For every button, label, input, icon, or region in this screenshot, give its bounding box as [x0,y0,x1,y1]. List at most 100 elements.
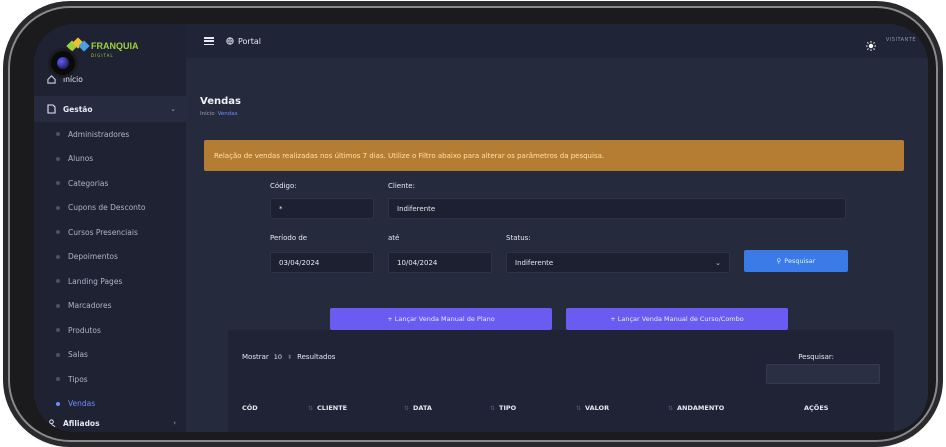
column-header[interactable]: ⇅ TIPO [490,404,516,412]
breadcrumb-current: Vendas [217,111,238,117]
page-size-control: Mostrar 10 ⬍ Resultados [242,353,335,361]
page-title: Vendas [200,96,241,107]
bullet-icon [56,401,60,406]
codigo-input[interactable]: * [270,198,374,219]
phone-frame: FRANQUIA DIGITAL Início Gestão ⌄ Adminis… [8,6,938,442]
sidebar-item-cursos-presenciais[interactable]: Cursos Presenciais [34,220,186,244]
bullet-icon [56,156,60,161]
bullet-icon [56,132,60,137]
bullet-icon [56,328,60,333]
hamburger-icon[interactable] [204,37,214,45]
codigo-label: Código: [270,182,297,190]
bullet-icon [56,230,60,235]
sidebar-item-label: Depoimentos [68,252,118,262]
bullet-icon [56,254,60,259]
bullet-icon [56,352,60,357]
topbar: Portal VISITANTE [186,24,928,58]
portal-link[interactable]: Portal [226,37,261,46]
show-label: Mostrar [242,353,269,361]
sidebar: FRANQUIA DIGITAL Início Gestão ⌄ Adminis… [34,24,186,432]
sidebar-item-marcadores[interactable]: Marcadores [34,294,186,318]
sidebar-item-label: Marcadores [68,301,112,311]
sidebar-group-label: Gestão [63,104,93,114]
portal-label: Portal [238,36,261,46]
periodo-de-label: Período de [270,234,308,242]
page-size-select[interactable]: 10 [274,353,282,361]
bullet-icon [56,181,60,186]
add-manual-course-sale-button[interactable]: + Lançar Venda Manual de Curso/Combo [566,308,788,330]
sidebar-item-label: Cupons de Desconto [68,203,146,213]
table-search-label: Pesquisar: [798,353,834,361]
status-select[interactable]: Indiferente ⌄ [506,252,730,273]
search-button-label: Pesquisar [784,257,816,265]
bullet-icon [56,205,60,210]
sort-icon: ⇅ [404,404,410,412]
sidebar-item-label: Vendas [68,399,96,409]
column-header[interactable]: ⇅ ANDAMENTO [668,404,724,412]
sidebar-item-categorias[interactable]: Categorias [34,171,186,195]
column-header[interactable]: AÇÕES [804,404,828,412]
sidebar-group-gestao[interactable]: Gestão ⌄ [34,96,186,122]
chevron-down-icon: ⌄ [715,258,721,267]
results-label: Resultados [297,353,336,361]
cliente-label: Cliente: [388,182,415,190]
sidebar-item-produtos[interactable]: Produtos [34,318,186,342]
sidebar-item-label: Categorias [68,178,109,188]
ate-label: até [388,234,400,242]
column-header[interactable]: ⇅ VALOR [576,404,609,412]
column-header-label: TIPO [499,404,517,412]
breadcrumb: Início Vendas [200,111,238,117]
ate-input[interactable]: 10/04/2024 [388,252,492,273]
column-header-label: DATA [413,404,432,412]
sidebar-item-cupons-de-desconto[interactable]: Cupons de Desconto [34,196,186,220]
sun-icon[interactable] [866,36,876,51]
camera-icon [48,48,78,78]
globe-icon [226,37,234,45]
breadcrumb-home[interactable]: Início [200,111,215,117]
status-label: Status: [506,234,531,242]
column-header[interactable]: CÓD [242,404,258,412]
column-header-label: CÓD [242,404,258,412]
brand-logo[interactable]: FRANQUIA DIGITAL [66,34,139,59]
bullet-icon [56,377,60,382]
sidebar-item-alunos[interactable]: Alunos [34,147,186,171]
sidebar-item-label: Salas [68,350,88,360]
sort-icon: ⇅ [308,404,314,412]
sidebar-item-landing-pages[interactable]: Landing Pages [34,269,186,293]
sidebar-item-label: Tipos [68,374,88,384]
sidebar-item-label: Produtos [68,325,101,335]
sidebar-item-label: Alunos [68,154,94,164]
logo-text: FRANQUIA DIGITAL [91,34,139,59]
sidebar-item-salas[interactable]: Salas [34,343,186,367]
search-icon: ⚲ [776,257,782,265]
sort-icon: ⇅ [576,404,582,412]
periodo-de-input[interactable]: 03/04/2024 [270,252,374,273]
add-manual-plan-sale-button[interactable]: + Lançar Venda Manual de Plano [330,308,552,330]
column-header[interactable]: ⇅ CLIENTE [308,404,347,412]
bullet-icon [56,279,60,284]
column-header-label: CLIENTE [317,404,348,412]
sidebar-group-afiliados[interactable]: Afiliados › [34,413,186,432]
user-menu[interactable]: VISITANTE [886,37,916,43]
sidebar-item-label: Administradores [68,129,130,139]
sidebar-item-depoimentos[interactable]: Depoimentos [34,245,186,269]
bullet-icon [56,303,60,308]
sidebar-item-label: Afiliados [63,418,100,428]
sort-icon: ⇅ [668,404,674,412]
column-header[interactable]: ⇅ DATA [404,404,432,412]
screen: FRANQUIA DIGITAL Início Gestão ⌄ Adminis… [34,24,928,432]
column-header-label: AÇÕES [804,404,829,412]
sidebar-item-administradores[interactable]: Administradores [34,122,186,146]
sort-icon: ⇅ [490,404,496,412]
status-value: Indiferente [515,258,554,267]
cliente-input[interactable]: Indiferente [388,198,846,219]
column-header-label: VALOR [585,404,610,412]
brand-sub: DIGITAL [91,53,114,58]
chevron-right-icon: › [173,419,176,427]
sidebar-item-tipos[interactable]: Tipos [34,367,186,391]
sidebar-item-label: Landing Pages [68,276,123,286]
stepper-icon: ⬍ [287,353,293,361]
table-search-input[interactable] [766,364,880,384]
chevron-down-icon: ⌄ [170,105,176,113]
search-button[interactable]: ⚲ Pesquisar [744,250,848,272]
